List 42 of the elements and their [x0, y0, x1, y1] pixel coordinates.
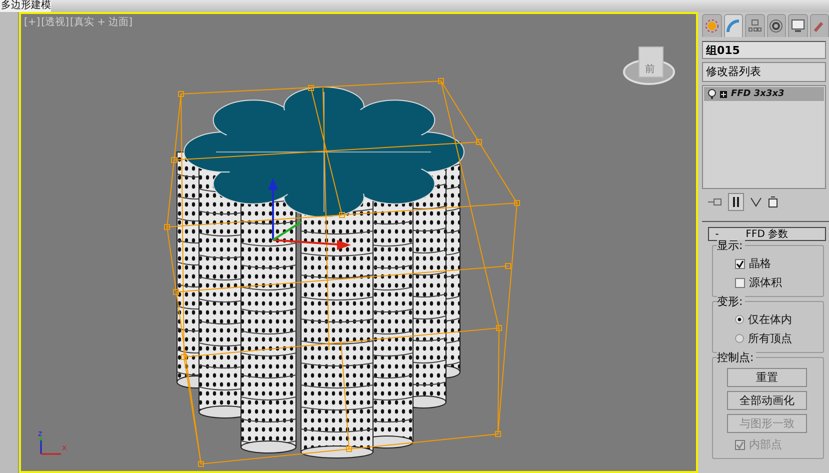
- action-button[interactable]: 重置: [727, 368, 807, 387]
- sun-icon: [704, 19, 719, 33]
- modifier-list-dropdown[interactable]: 修改器列表: [702, 62, 826, 82]
- object-name-field[interactable]: 组015: [702, 41, 826, 59]
- axis-tripod-icon: [40, 438, 61, 455]
- checkbox-label: 内部点: [749, 437, 782, 452]
- radio-button[interactable]: [735, 315, 744, 324]
- panel-tab[interactable]: [788, 14, 808, 37]
- radio-label: 所有顶点: [748, 331, 792, 346]
- group-title: 变形:: [717, 296, 745, 308]
- transform-gizmo-icon: [268, 178, 351, 250]
- pin-icon[interactable]: [708, 197, 722, 207]
- radio-label: 仅在体内: [748, 312, 792, 327]
- axis-label: z: [38, 429, 42, 438]
- group-title: 控制点:: [717, 352, 756, 364]
- bin-icon[interactable]: [768, 196, 778, 208]
- show-end-result-icon[interactable]: [728, 193, 744, 211]
- group-title: 显示:: [717, 240, 745, 252]
- viewcube-drawing: [623, 46, 675, 85]
- expand-icon[interactable]: [720, 90, 727, 98]
- arc-icon: [726, 19, 740, 33]
- rollout-header[interactable]: - FFD 参数: [708, 227, 826, 241]
- checkbox-label: 源体积: [749, 275, 782, 290]
- window-title: 多边形建模: [0, 0, 51, 12]
- collapse-toggle[interactable]: -: [709, 228, 725, 240]
- hierarchy-icon: [748, 19, 762, 33]
- panel-tab[interactable]: [810, 14, 829, 37]
- checkbox[interactable]: [735, 278, 745, 288]
- target-icon: [769, 19, 784, 33]
- viewcube-label: 前: [645, 64, 655, 75]
- fork-icon[interactable]: [750, 196, 762, 208]
- rollout-title: FFD 参数: [744, 228, 790, 241]
- checkbox[interactable]: [735, 258, 745, 268]
- panel-tab[interactable]: [745, 14, 764, 37]
- axis-label: x: [62, 443, 67, 452]
- panel-tab[interactable]: [766, 14, 786, 37]
- checkbox-label: 晶格: [749, 256, 771, 271]
- monitor-icon: [790, 19, 805, 33]
- action-button[interactable]: 全部动画化: [727, 391, 807, 410]
- modifier-stack-list[interactable]: FFD 3x3x3: [702, 85, 826, 189]
- radio-button[interactable]: [735, 334, 744, 343]
- lightbulb-icon[interactable]: [708, 89, 716, 99]
